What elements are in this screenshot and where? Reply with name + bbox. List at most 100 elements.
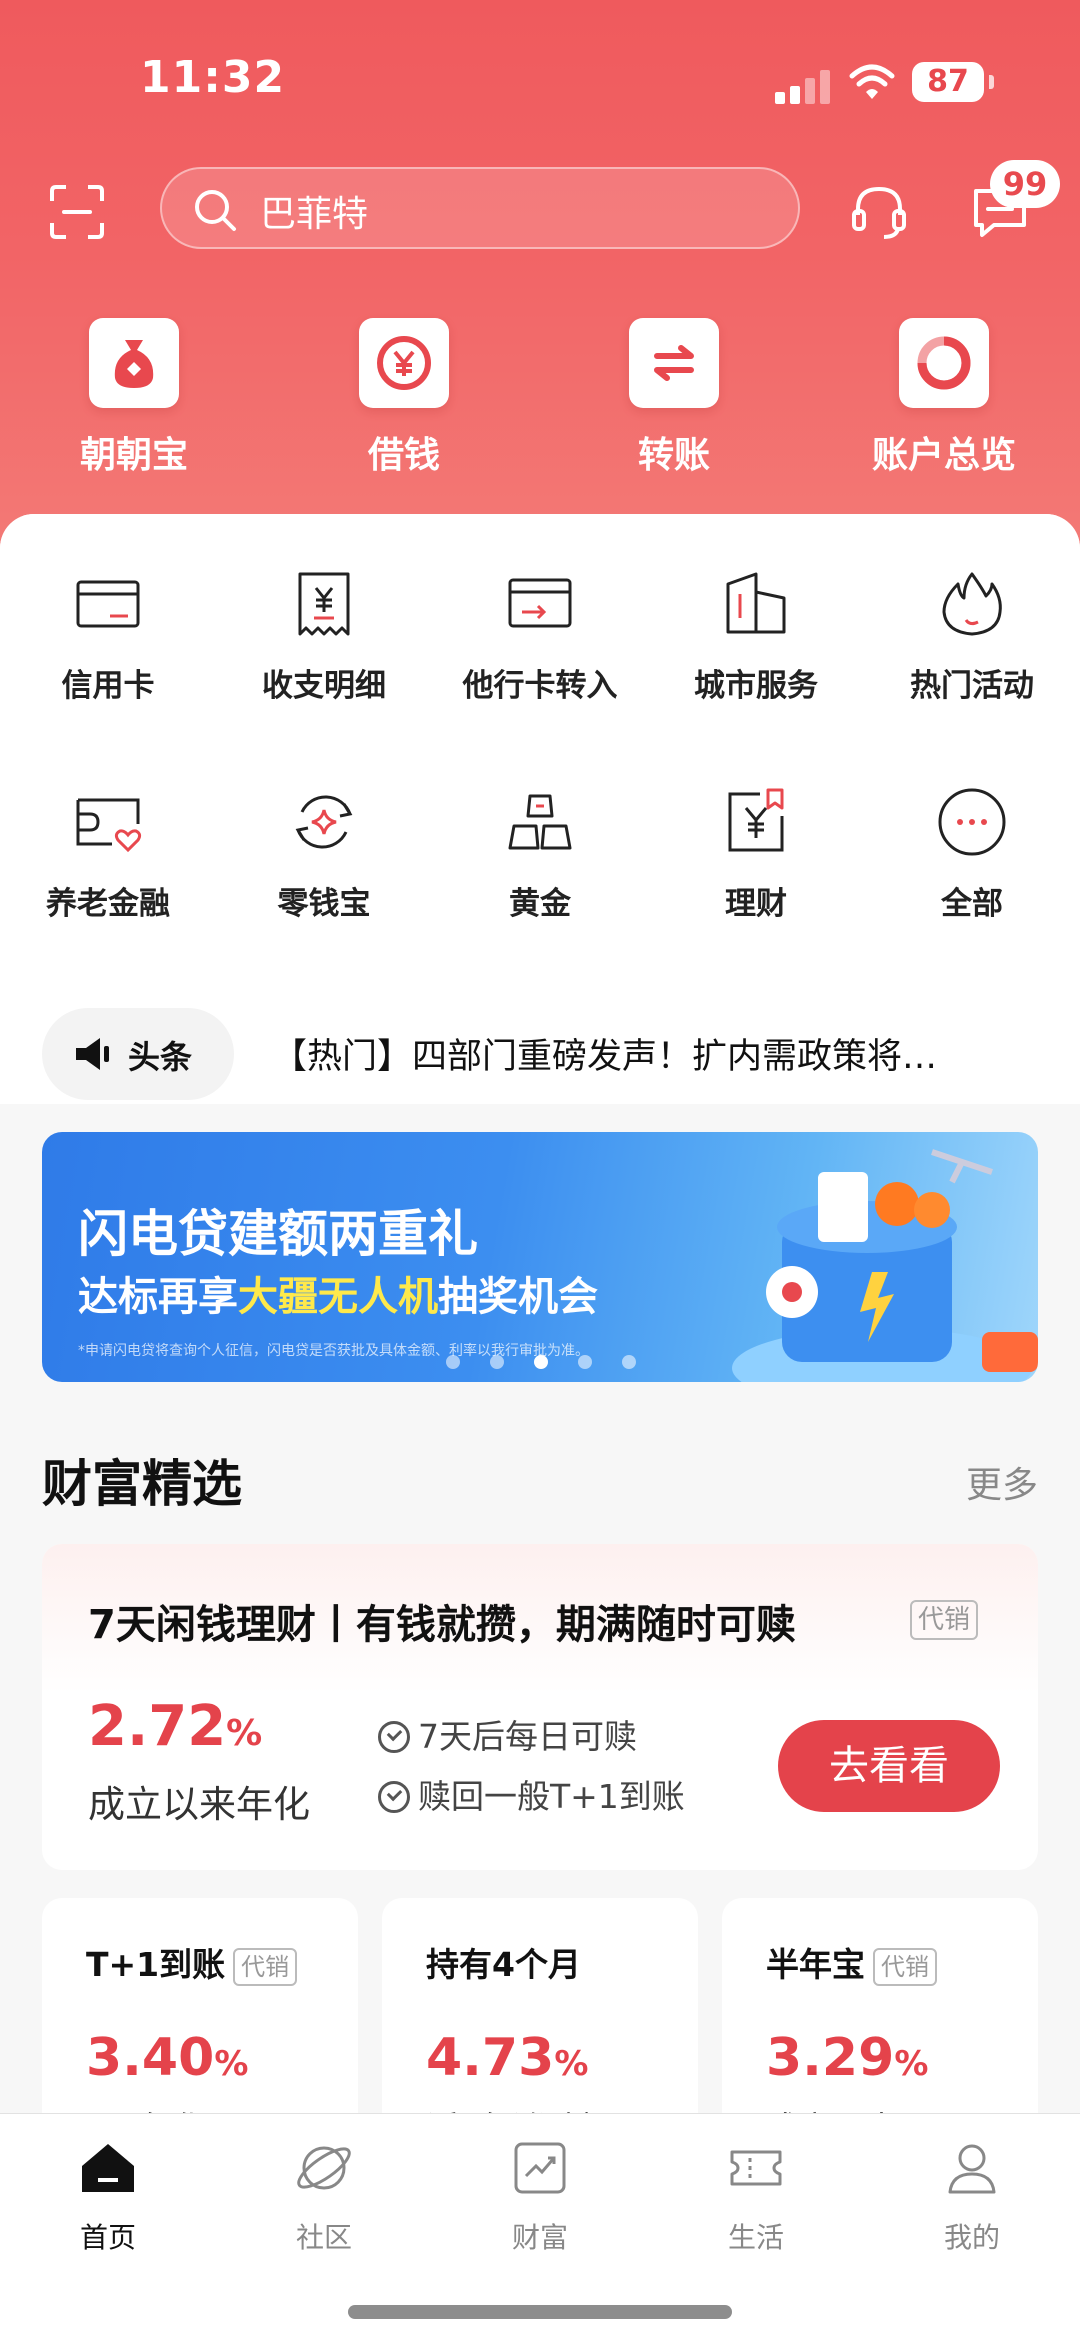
money-bag-icon: [89, 318, 179, 408]
service-label: 黄金: [509, 886, 571, 922]
feature-item: 7天后每日可赎: [378, 1710, 637, 1758]
headline-text[interactable]: 【热门】四部门重磅发声！扩内需政策将…: [272, 1028, 1042, 1079]
ticket-icon: [730, 2150, 782, 2186]
headline-tag-label: 头条: [128, 1038, 193, 1076]
service-label: 理财: [725, 886, 787, 922]
rate-unit: %: [894, 2044, 929, 2084]
quick-action-zhaozhaobao[interactable]: 朝朝宝: [34, 318, 234, 478]
card-transfer-icon: [508, 578, 572, 628]
service-hot-events[interactable]: 热门活动: [864, 568, 1080, 705]
battery-indicator: 87: [912, 62, 994, 102]
quick-action-borrow[interactable]: 借钱: [304, 318, 504, 478]
distribution-tag: 代销: [873, 1947, 937, 1986]
service-label: 信用卡: [61, 668, 155, 704]
product-card[interactable]: 半年宝代销 3.29% 成立以来: [722, 1898, 1038, 2138]
tab-home[interactable]: 首页: [0, 2136, 216, 2256]
app-screen: 11:32 87 巴菲特 99 朝朝宝 借钱 转账 账户总览 信用卡 收支明细 …: [0, 0, 1080, 2341]
tab-label: 生活: [727, 2221, 784, 2254]
flame-icon: [942, 572, 1002, 636]
transfer-arrows-icon: [629, 318, 719, 408]
banner-title: 闪电贷建额两重礼: [78, 1205, 478, 1263]
service-pension-finance[interactable]: 养老金融: [0, 786, 216, 923]
message-count-badge: 99: [990, 160, 1060, 208]
gold-bars-icon: [508, 794, 572, 850]
service-other-bank-transfer-in[interactable]: 他行卡转入: [432, 568, 648, 705]
rate-value: 3.40: [86, 2028, 215, 2088]
featured-product-card[interactable]: 7天闲钱理财丨有钱就攒，期满随时可赎 代销 2.72% 成立以来年化 7天后每日…: [42, 1544, 1038, 1870]
service-gold[interactable]: 黄金: [432, 786, 648, 923]
tab-community[interactable]: 社区: [216, 2136, 432, 2256]
quick-action-label: 借钱: [367, 435, 440, 476]
pagination-dot-active: [534, 1355, 548, 1369]
headline-tag: 头条: [42, 1008, 234, 1100]
quick-action-label: 朝朝宝: [79, 435, 188, 476]
service-grid: 信用卡 收支明细 他行卡转入 城市服务 热门活动 养老金融 零钱宝 黄金 理财 …: [0, 514, 1080, 984]
quick-action-account-overview[interactable]: 账户总览: [844, 318, 1044, 478]
banner-subtitle: 达标再享大疆无人机抽奖机会: [78, 1264, 598, 1322]
ring-chart-icon: [899, 318, 989, 408]
tab-label: 财富: [511, 2221, 568, 2254]
city-building-icon: [726, 572, 786, 634]
customer-service-headset-icon[interactable]: [850, 183, 908, 241]
tab-label: 首页: [79, 2221, 136, 2254]
planet-icon: [297, 2146, 351, 2190]
service-label: 全部: [941, 886, 1003, 922]
service-label: 城市服务: [694, 668, 818, 704]
status-bar: 11:32 87: [0, 48, 1080, 112]
rate-value: 4.73: [426, 2028, 555, 2088]
rate-unit: %: [554, 2044, 589, 2084]
promo-banner[interactable]: 闪电贷建额两重礼 达标再享大疆无人机抽奖机会 *申请闪电贷将查询个人征信，闪电贷…: [42, 1132, 1038, 1382]
product-card-rate: 4.73%: [426, 2028, 588, 2088]
quick-action-transfer[interactable]: 转账: [574, 318, 774, 478]
service-credit-card[interactable]: 信用卡: [0, 568, 216, 705]
pension-card-icon: [76, 798, 142, 853]
header-background: 11:32 87 巴菲特 99 朝朝宝 借钱 转账 账户总览: [0, 0, 1080, 560]
rate-unit: %: [226, 1713, 263, 1754]
service-change-treasure[interactable]: 零钱宝: [216, 786, 432, 923]
home-icon: [82, 2144, 134, 2192]
pagination-dot: [490, 1355, 504, 1369]
product-card-title: T+1到账 代销: [86, 1938, 298, 1986]
feature-text: 赎回一般T+1到账: [418, 1777, 685, 1816]
feature-text: 7天后每日可赎: [418, 1717, 637, 1756]
tab-label: 社区: [295, 2221, 352, 2254]
tab-wealth[interactable]: 财富: [432, 2136, 648, 2256]
tab-me[interactable]: 我的: [864, 2136, 1080, 2256]
tab-life[interactable]: 生活: [648, 2136, 864, 2256]
headline-ticker[interactable]: 头条 【热门】四部门重磅发声！扩内需政策将…: [0, 984, 1080, 1104]
scan-icon[interactable]: [50, 185, 104, 239]
product-card-rate: 3.40%: [86, 2028, 248, 2088]
more-dots-icon: [938, 788, 1006, 856]
product-card-title: 半年宝 代销: [766, 1938, 937, 1986]
wifi-icon: [849, 64, 895, 99]
more-link[interactable]: 更多: [966, 1456, 1038, 1508]
service-label: 收支明细: [262, 668, 386, 704]
tab-label: 我的: [943, 2221, 1000, 2254]
product-card[interactable]: 持有4个月 4.73% 近1年涨跌幅: [382, 1898, 698, 2138]
feature-item: 赎回一般T+1到账: [378, 1770, 685, 1818]
banner-subtitle-part: 达标再享: [78, 1274, 238, 1320]
banner-subtitle-part: 抽奖机会: [438, 1274, 598, 1320]
status-time: 11:32: [140, 52, 286, 103]
home-indicator[interactable]: [348, 2305, 732, 2319]
check-circle-icon: [378, 1721, 410, 1753]
service-all[interactable]: 全部: [864, 786, 1080, 923]
wealth-section-header: 财富精选 更多: [42, 1444, 1038, 1514]
section-title: 财富精选: [42, 1455, 242, 1513]
receipt-icon: [298, 572, 350, 636]
rate-unit: %: [214, 2044, 249, 2084]
search-bar[interactable]: 巴菲特: [160, 167, 800, 249]
service-city-services[interactable]: 城市服务: [648, 568, 864, 705]
service-label: 养老金融: [46, 886, 170, 922]
search-icon: [195, 190, 236, 231]
view-product-button[interactable]: 去看看: [778, 1720, 1000, 1812]
product-card-title: 持有4个月: [426, 1938, 581, 1986]
rate-value: 2.72: [88, 1694, 227, 1759]
service-label: 热门活动: [910, 668, 1034, 704]
top-toolbar: 巴菲特: [0, 165, 1080, 255]
service-transaction-details[interactable]: 收支明细: [216, 568, 432, 705]
rate-value: 3.29: [766, 2028, 895, 2088]
product-card[interactable]: T+1到账代销 3.40% 7日年化: [42, 1898, 358, 2138]
distribution-tag: 代销: [910, 1600, 979, 1640]
service-wealth-management[interactable]: 理财: [648, 786, 864, 923]
